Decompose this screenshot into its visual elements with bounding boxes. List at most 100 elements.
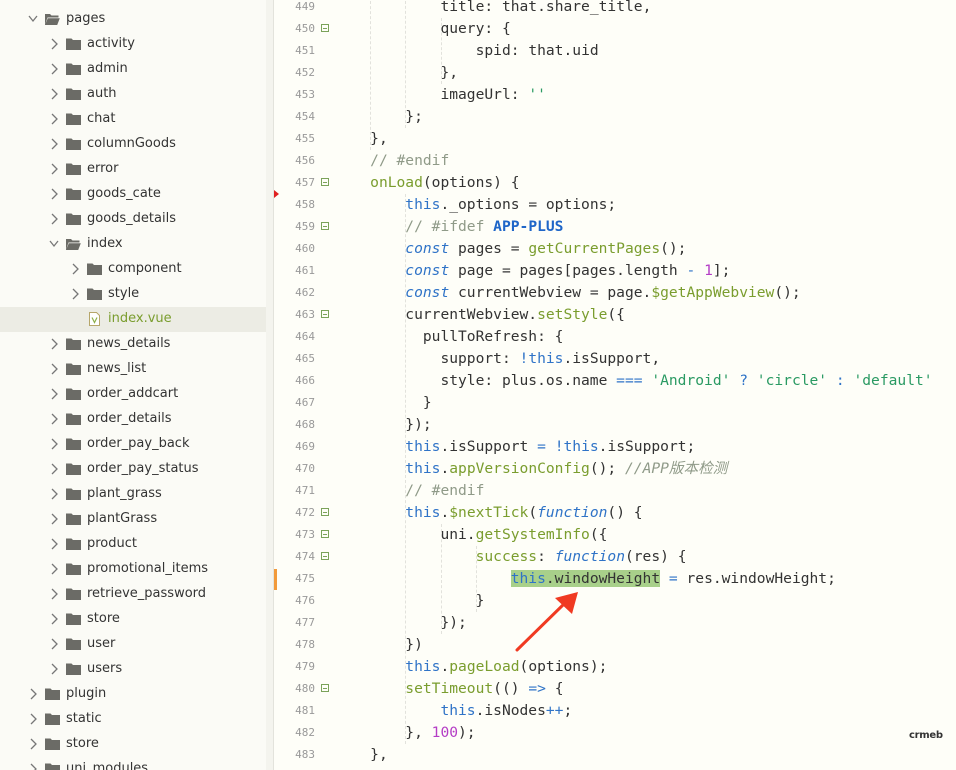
code-line[interactable]: 449 title: that.share_title, <box>274 0 956 18</box>
tree-item-chat[interactable]: chat <box>0 107 266 132</box>
chevron-right-icon[interactable] <box>49 63 59 75</box>
tree-item-news-details[interactable]: news_details <box>0 332 266 357</box>
fold-toggle-icon[interactable] <box>321 24 329 32</box>
chevron-right-icon[interactable] <box>49 138 59 150</box>
chevron-right-icon[interactable] <box>49 463 59 475</box>
chevron-down-icon[interactable] <box>28 13 38 25</box>
chevron-right-icon[interactable] <box>28 713 38 725</box>
chevron-right-icon[interactable] <box>49 513 59 525</box>
tree-item-error[interactable]: error <box>0 157 266 182</box>
chevron-right-icon[interactable] <box>49 213 59 225</box>
tree-item-order-addcart[interactable]: order_addcart <box>0 382 266 407</box>
tree-item-news-list[interactable]: news_list <box>0 357 266 382</box>
tree-item-component[interactable]: component <box>0 257 266 282</box>
tree-item-user[interactable]: user <box>0 632 266 657</box>
tree-item-promotional-items[interactable]: promotional_items <box>0 557 266 582</box>
tree-item-store[interactable]: store <box>0 732 266 757</box>
code-line[interactable]: 456 // #endif <box>274 150 956 172</box>
fold-toggle-icon[interactable] <box>321 530 329 538</box>
code-line[interactable]: 452 }, <box>274 62 956 84</box>
chevron-down-icon[interactable] <box>49 238 59 250</box>
code-line[interactable]: 458 this._options = options; <box>274 194 956 216</box>
code-line[interactable]: 463 currentWebview.setStyle({ <box>274 304 956 326</box>
code-editor[interactable]: 449 title: that.share_title, 450 query: {… <box>274 0 956 770</box>
tree-item-product[interactable]: product <box>0 532 266 557</box>
code-line[interactable]: 468 }); <box>274 414 956 436</box>
chevron-right-icon[interactable] <box>49 413 59 425</box>
tree-item-order-details[interactable]: order_details <box>0 407 266 432</box>
fold-toggle-icon[interactable] <box>321 178 329 186</box>
chevron-right-icon[interactable] <box>49 363 59 375</box>
code-line[interactable]: 455 }, <box>274 128 956 150</box>
code-line[interactable]: 461 const page = pages[pages.length - 1]… <box>274 260 956 282</box>
code-line[interactable]: 454 }; <box>274 106 956 128</box>
chevron-right-icon[interactable] <box>49 338 59 350</box>
tree-item-plugin[interactable]: plugin <box>0 682 266 707</box>
tree-item-retrieve-password[interactable]: retrieve_password <box>0 582 266 607</box>
code-line[interactable]: 483 }, <box>274 744 956 766</box>
chevron-right-icon[interactable] <box>49 638 59 650</box>
tree-item-style[interactable]: style <box>0 282 266 307</box>
chevron-right-icon[interactable] <box>49 588 59 600</box>
chevron-right-icon[interactable] <box>49 563 59 575</box>
code-line[interactable]: 473 uni.getSystemInfo({ <box>274 524 956 546</box>
tree-item-goods-cate[interactable]: goods_cate <box>0 182 266 207</box>
tree-item-index-vue[interactable]: index.vue <box>0 307 266 332</box>
tree-item-index[interactable]: index <box>0 232 266 257</box>
code-line[interactable]: 462 const currentWebview = page.$getAppW… <box>274 282 956 304</box>
code-line[interactable]: 459 // #ifdef APP-PLUS <box>274 216 956 238</box>
chevron-right-icon[interactable] <box>49 163 59 175</box>
chevron-right-icon[interactable] <box>49 613 59 625</box>
fold-toggle-icon[interactable] <box>321 508 329 516</box>
chevron-right-icon[interactable] <box>70 288 80 300</box>
code-line[interactable]: 476 } <box>274 590 956 612</box>
tree-item-activity[interactable]: activity <box>0 32 266 57</box>
fold-toggle-icon[interactable] <box>321 684 329 692</box>
code-line[interactable]: 472 this.$nextTick(function() { <box>274 502 956 524</box>
code-line[interactable]: 451 spid: that.uid <box>274 40 956 62</box>
chevron-right-icon[interactable] <box>49 438 59 450</box>
tree-item-store[interactable]: store <box>0 607 266 632</box>
code-line[interactable]: 477 }); <box>274 612 956 634</box>
fold-toggle-icon[interactable] <box>321 310 329 318</box>
chevron-right-icon[interactable] <box>49 38 59 50</box>
code-line[interactable]: 475 this.windowHeight = res.windowHeight… <box>274 568 956 590</box>
code-line[interactable]: 474 success: function(res) { <box>274 546 956 568</box>
code-line[interactable]: 471 // #endif <box>274 480 956 502</box>
chevron-right-icon[interactable] <box>49 88 59 100</box>
chevron-right-icon[interactable] <box>49 538 59 550</box>
chevron-right-icon[interactable] <box>49 188 59 200</box>
code-line[interactable]: 481 this.isNodes++; <box>274 700 956 722</box>
code-line[interactable]: 469 this.isSupport = !this.isSupport; <box>274 436 956 458</box>
fold-toggle-icon[interactable] <box>321 552 329 560</box>
tree-item-users[interactable]: users <box>0 657 266 682</box>
tree-item-order-pay-status[interactable]: order_pay_status <box>0 457 266 482</box>
code-line[interactable]: 480 setTimeout(() => { <box>274 678 956 700</box>
code-line[interactable]: 460 const pages = getCurrentPages(); <box>274 238 956 260</box>
chevron-right-icon[interactable] <box>49 488 59 500</box>
fold-toggle-icon[interactable] <box>321 222 329 230</box>
code-line[interactable]: 478 }) <box>274 634 956 656</box>
code-line[interactable]: 466 style: plus.os.name === 'Android' ? … <box>274 370 956 392</box>
chevron-right-icon[interactable] <box>49 663 59 675</box>
tree-item-static[interactable]: static <box>0 707 266 732</box>
tree-item-uni-modules[interactable]: uni_modules <box>0 757 266 770</box>
tree-item-auth[interactable]: auth <box>0 82 266 107</box>
chevron-right-icon[interactable] <box>28 688 38 700</box>
code-line[interactable]: 464 pullToRefresh: { <box>274 326 956 348</box>
tree-item-pages[interactable]: pages <box>0 7 266 32</box>
code-line[interactable]: 467 } <box>274 392 956 414</box>
tree-item-order-pay-back[interactable]: order_pay_back <box>0 432 266 457</box>
tree-item-goods-details[interactable]: goods_details <box>0 207 266 232</box>
code-line[interactable]: 457 onLoad(options) { <box>274 172 956 194</box>
tree-item-plant-grass[interactable]: plant_grass <box>0 482 266 507</box>
code-line[interactable]: 450 query: { <box>274 18 956 40</box>
chevron-right-icon[interactable] <box>28 763 38 770</box>
code-line[interactable]: 482 }, 100); <box>274 722 956 744</box>
tree-item-plantgrass[interactable]: plantGrass <box>0 507 266 532</box>
chevron-right-icon[interactable] <box>49 113 59 125</box>
code-line[interactable]: 465 support: !this.isSupport, <box>274 348 956 370</box>
tree-item-admin[interactable]: admin <box>0 57 266 82</box>
tree-item-columngoods[interactable]: columnGoods <box>0 132 266 157</box>
chevron-right-icon[interactable] <box>49 388 59 400</box>
